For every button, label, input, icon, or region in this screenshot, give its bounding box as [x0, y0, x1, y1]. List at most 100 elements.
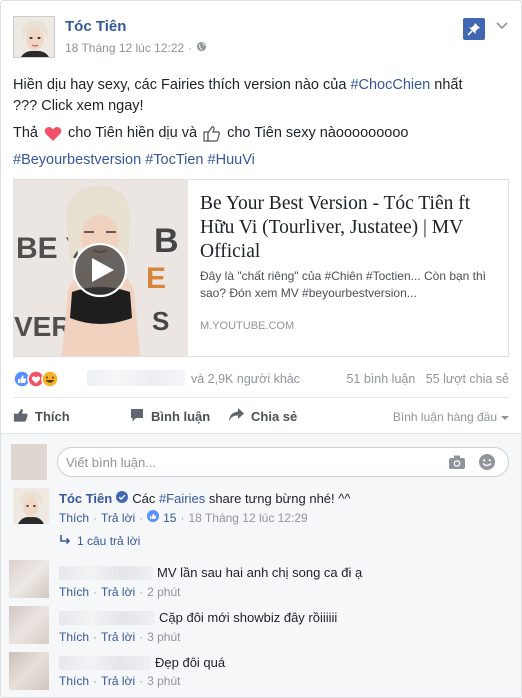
post-stats: 51 bình luận 55 lượt chia sẻ	[346, 372, 509, 386]
post-text: Hiền dịu hay sexy, các Fairies thích ver…	[13, 77, 351, 93]
comment-avatar[interactable]	[9, 560, 49, 598]
comment-placeholder: Viết bình luận...	[66, 455, 157, 470]
thumbs-up-icon	[203, 125, 221, 142]
meta-separator: ·	[139, 674, 144, 688]
commenter-name-blurred[interactable]	[59, 655, 151, 670]
chevron-down-icon[interactable]	[495, 19, 509, 33]
comment-like-link[interactable]: Thích	[59, 511, 89, 525]
post-text-line-2: ??? Click xem ngay!	[13, 98, 144, 114]
post-text-fragment: Thả	[13, 125, 43, 141]
comment-reaction-count[interactable]: 15	[163, 511, 176, 525]
comment-text-prefix: Các	[132, 491, 159, 506]
reaction-icons[interactable]	[13, 370, 73, 388]
current-user-avatar	[11, 444, 47, 480]
meta-separator: ·	[139, 585, 144, 599]
sort-label: Bình luận hàng đầu	[392, 410, 497, 424]
link-preview[interactable]: B E S BE Y VERS Be Your Best Version - T…	[13, 179, 509, 357]
commenter-name-blurred[interactable]	[59, 565, 153, 580]
post-text-line-1: Hiền dịu hay sexy, các Fairies thích ver…	[13, 75, 511, 96]
comment-time[interactable]: 2 phút	[147, 585, 180, 599]
comment-avatar[interactable]	[9, 652, 49, 690]
comment-text: Đẹp đôi quá	[155, 655, 226, 670]
hashtag-fairies[interactable]: #Fairies	[159, 491, 205, 506]
comment-text: MV lần sau hai anh chị song ca đi ạ	[157, 565, 363, 580]
comments-section: Viết bình luận... Tóc Tiên Các #Fairies …	[1, 433, 521, 697]
hashtag-beyourbestversion[interactable]: #Beyourbestversion	[13, 152, 141, 168]
comment-reply-link[interactable]: Trả lời	[101, 674, 135, 688]
video-thumbnail[interactable]: B E S BE Y VERS	[14, 180, 188, 356]
reaction-count-text[interactable]: và 2,9K người khác	[191, 372, 300, 386]
svg-text:B: B	[154, 222, 179, 260]
post-text-end: nhất	[430, 77, 463, 93]
post-card: Tóc Tiên 18 Tháng 12 lúc 12:22 · Hiền dị…	[0, 0, 522, 698]
comments-count[interactable]: 51 bình luận	[346, 372, 415, 386]
reactor-names-blurred	[87, 370, 185, 386]
view-replies-link[interactable]: 1 câu trả lời	[59, 534, 140, 548]
comment-reply-link[interactable]: Trả lời	[101, 630, 135, 644]
author-name[interactable]: Tóc Tiên	[65, 18, 126, 35]
hashtag-chocchien[interactable]: #ChocChien	[350, 77, 430, 93]
preview-title[interactable]: Be Your Best Version - Tóc Tiên ft Hữu V…	[200, 192, 500, 264]
comment-reply-link[interactable]: Trả lời	[101, 585, 135, 599]
commenter-name-blurred[interactable]	[59, 610, 155, 625]
comment-like-link[interactable]: Thích	[59, 674, 89, 688]
comment-meta: Thích · Trả lời · 3 phút	[59, 674, 180, 688]
meta-separator: ·	[188, 41, 193, 55]
like-button[interactable]: Thích	[13, 407, 70, 426]
verified-badge-icon	[116, 490, 129, 507]
replies-label: 1 câu trả lời	[77, 534, 141, 548]
comment-sort-dropdown[interactable]: Bình luận hàng đầu	[393, 410, 509, 424]
meta-separator: ·	[180, 510, 185, 525]
caret-down-icon	[501, 410, 509, 424]
preview-description: Đây là "chất riêng" của #Chiên #Toctien.…	[200, 269, 487, 300]
hashtag-huuvi[interactable]: #HuuVi	[208, 152, 255, 168]
comment-time[interactable]: 3 phút	[147, 674, 180, 688]
camera-icon[interactable]	[448, 454, 466, 473]
comment-reply-link[interactable]: Trả lời	[101, 511, 135, 525]
comment-meta: Thích · Trả lời · 2 phút	[59, 585, 180, 599]
post-timestamp[interactable]: 18 Tháng 12 lúc 12:22	[65, 41, 184, 55]
comment-author[interactable]: Tóc Tiên	[59, 490, 112, 507]
comment-avatar[interactable]	[13, 488, 49, 524]
svg-text:S: S	[152, 306, 169, 336]
post-meta: 18 Tháng 12 lúc 12:22 ·	[65, 41, 207, 55]
meta-separator: ·	[93, 674, 98, 688]
meta-separator: ·	[139, 630, 144, 644]
author-avatar[interactable]	[13, 16, 55, 58]
thumbs-up-icon	[13, 407, 29, 426]
post-text-fragment: cho Tiên hiền dịu và	[64, 125, 202, 141]
comment-input[interactable]: Viết bình luận...	[57, 447, 509, 477]
comment-like-link[interactable]: Thích	[59, 630, 89, 644]
share-button[interactable]: Chia sẻ	[228, 407, 297, 425]
shares-count[interactable]: 55 lượt chia sẻ	[426, 372, 509, 386]
like-label: Thích	[35, 409, 70, 424]
meta-separator: ·	[139, 510, 144, 525]
pin-icon[interactable]	[463, 18, 485, 40]
svg-text:E: E	[146, 262, 166, 295]
comment-text: Các #Fairies share tưng bừng nhé! ^^	[132, 490, 350, 507]
meta-separator: ·	[93, 585, 98, 599]
comment-time[interactable]: 3 phút	[147, 630, 180, 644]
preview-domain: M.YOUTUBE.COM	[200, 320, 295, 332]
comment-icon	[129, 407, 145, 426]
comment-button[interactable]: Bình luận	[129, 407, 210, 426]
post-text-line-3: Thả cho Tiên hiền dịu và cho Tiên sexy n…	[13, 123, 511, 144]
share-icon	[228, 407, 245, 425]
comment-body: MV lần sau hai anh chị song ca đi ạ	[59, 564, 362, 581]
share-label: Chia sẻ	[251, 408, 298, 424]
divider	[13, 397, 509, 398]
comment-body: Cặp đôi mới showbiz đây rồiiiiii	[59, 609, 337, 626]
meta-separator: ·	[93, 630, 98, 644]
action-bar: Thích Bình luận Chia sẻ Bình luận hàng đ…	[13, 405, 509, 429]
comment-meta: Thích · Trả lời · 3 phút	[59, 630, 180, 644]
reactions-summary: và 2,9K người khác 51 bình luận 55 lượt …	[13, 368, 509, 390]
comment-body: Tóc Tiên Các #Fairies share tưng bừng nh…	[59, 490, 350, 507]
comment-time[interactable]: 18 Tháng 12 lúc 12:29	[188, 511, 307, 525]
comment-avatar[interactable]	[9, 606, 49, 644]
globe-icon	[196, 41, 207, 55]
hashtag-toctien[interactable]: #TocTien	[145, 152, 203, 168]
post-hashtags: #Beyourbestversion #TocTien #HuuVi	[13, 150, 511, 171]
comment-like-link[interactable]: Thích	[59, 585, 89, 599]
emoji-icon[interactable]	[478, 453, 496, 474]
post-header: Tóc Tiên 18 Tháng 12 lúc 12:22 ·	[13, 13, 511, 63]
